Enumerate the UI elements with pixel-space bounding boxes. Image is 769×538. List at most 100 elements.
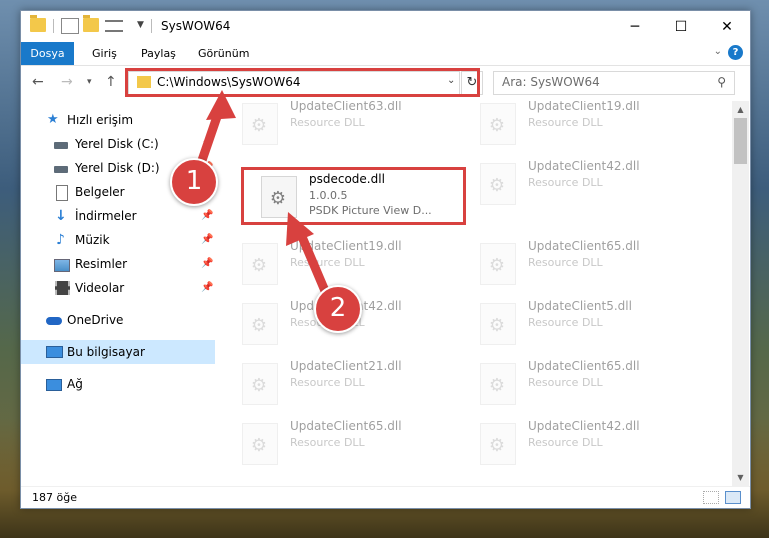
- item-count: 187 öğe: [32, 491, 77, 504]
- file-explorer-window: ▼ SysWOW64 ─ ☐ ✕ Dosya Giriş Paylaş Görü…: [20, 10, 751, 509]
- dll-file-icon: ⚙: [242, 303, 278, 345]
- close-button[interactable]: ✕: [704, 11, 750, 42]
- drive-icon: [54, 142, 68, 149]
- search-icon[interactable]: ⚲: [717, 75, 726, 89]
- file-description: Resource DLL: [290, 116, 365, 129]
- sidebar-item-label: İndirmeler: [75, 209, 137, 223]
- file-description: Resource DLL: [528, 316, 603, 329]
- file-description: Resource DLL: [290, 256, 365, 269]
- dll-file-icon: ⚙: [480, 163, 516, 205]
- search-input[interactable]: Ara: SysWOW64: [502, 75, 600, 89]
- ribbon-expand-icon[interactable]: ⌄: [714, 46, 722, 57]
- sidebar-item-pictures[interactable]: Resimler 📌: [21, 252, 215, 276]
- sidebar-item-label: Hızlı erişim: [67, 113, 134, 127]
- sidebar-item-label: Videolar: [75, 281, 125, 295]
- file-name: UpdateClient5.dll: [528, 299, 632, 313]
- tab-home[interactable]: Giriş: [92, 42, 117, 65]
- up-arrow-icon[interactable]: ↑: [105, 74, 117, 90]
- dll-file-icon: ⚙: [480, 363, 516, 405]
- vertical-scrollbar[interactable]: ▲ ▼: [732, 101, 749, 486]
- file-description: Resource DLL: [290, 436, 365, 449]
- new-folder-icon[interactable]: [83, 15, 99, 32]
- sidebar-item-onedrive[interactable]: OneDrive: [21, 308, 215, 332]
- file-item[interactable]: ⚙ UpdateClient65.dll Resource DLL: [480, 359, 680, 411]
- file-name: UpdateClient63.dll: [290, 101, 402, 113]
- file-item[interactable]: ⚙ UpdateClient19.dll Resource DLL: [480, 101, 680, 151]
- computer-icon: [46, 346, 63, 358]
- pictures-icon: [54, 259, 70, 272]
- file-description: Resource DLL: [528, 176, 603, 189]
- file-item[interactable]: ⚙ UpdateClient63.dll Resource DLL: [242, 101, 442, 151]
- ribbon-tabs: Dosya Giriş Paylaş Görünüm ⌄ ?: [21, 42, 750, 66]
- file-name: UpdateClient19.dll: [528, 101, 640, 113]
- dll-file-icon: ⚙: [242, 103, 278, 145]
- scroll-down-icon[interactable]: ▼: [732, 469, 749, 486]
- file-item[interactable]: ⚙ UpdateClient65.dll Resource DLL: [480, 239, 680, 291]
- scroll-up-icon[interactable]: ▲: [732, 101, 749, 118]
- sidebar-item-disk-c[interactable]: Yerel Disk (C:) 📌: [21, 132, 215, 156]
- tab-file[interactable]: Dosya: [21, 42, 74, 65]
- sidebar-item-label: Resimler: [75, 257, 128, 271]
- pin-icon[interactable]: 📌: [201, 204, 213, 228]
- forward-arrow-icon[interactable]: →: [61, 74, 73, 90]
- title-bar: ▼ SysWOW64 ─ ☐ ✕: [21, 11, 750, 42]
- file-description: Resource DLL: [290, 376, 365, 389]
- back-arrow-icon[interactable]: ←: [32, 74, 44, 90]
- sidebar-item-label: OneDrive: [67, 313, 124, 327]
- dll-file-icon: ⚙: [480, 103, 516, 145]
- help-button[interactable]: ?: [728, 45, 743, 60]
- dll-file-icon: ⚙: [480, 423, 516, 465]
- tab-share[interactable]: Paylaş: [141, 42, 176, 65]
- drive-icon: [54, 166, 68, 173]
- recent-dropdown-icon[interactable]: ▾: [87, 77, 92, 87]
- pin-icon[interactable]: 📌: [201, 252, 213, 276]
- minimize-button[interactable]: ─: [612, 11, 658, 42]
- large-icons-view-icon[interactable]: [725, 491, 741, 504]
- maximize-button[interactable]: ☐: [658, 11, 704, 42]
- sidebar-item-this-pc[interactable]: Bu bilgisayar: [21, 340, 215, 364]
- file-item[interactable]: ⚙ UpdateClient42.dll Resource DLL: [480, 419, 680, 471]
- dll-file-icon: ⚙: [242, 243, 278, 285]
- tab-view[interactable]: Görünüm: [198, 42, 249, 65]
- file-item[interactable]: ⚙ UpdateClient19.dll Resource DLL: [242, 239, 442, 291]
- file-item[interactable]: ⚙ UpdateClient21.dll Resource DLL: [242, 359, 442, 411]
- step-2-badge: 2: [314, 285, 362, 333]
- sidebar-item-label: Bu bilgisayar: [67, 345, 145, 359]
- file-name: UpdateClient19.dll: [290, 239, 402, 253]
- file-list: ⚙ UpdateClient63.dll Resource DLL ⚙ Upda…: [215, 101, 732, 486]
- sidebar-item-label: Belgeler: [75, 185, 125, 199]
- pin-icon[interactable]: 📌: [201, 228, 213, 252]
- file-item[interactable]: ⚙ UpdateClient5.dll Resource DLL: [480, 299, 680, 351]
- sidebar-item-label: Yerel Disk (D:): [75, 161, 160, 175]
- file-name: UpdateClient65.dll: [290, 419, 402, 433]
- dll-file-icon: ⚙: [480, 303, 516, 345]
- documents-icon: [56, 185, 68, 201]
- sidebar-item-network[interactable]: Ağ: [21, 372, 215, 396]
- separator: [151, 19, 152, 33]
- pin-icon[interactable]: 📌: [201, 132, 213, 156]
- sidebar-item-music[interactable]: ♪ Müzik 📌: [21, 228, 215, 252]
- file-item[interactable]: ⚙ UpdateClient42.dll Resource DLL: [480, 159, 680, 211]
- dll-file-icon: ⚙: [480, 243, 516, 285]
- sidebar-item-downloads[interactable]: ↓ İndirmeler 📌: [21, 204, 215, 228]
- folder-icon: [30, 15, 46, 32]
- window-title: SysWOW64: [161, 19, 231, 33]
- file-name: UpdateClient42.dll: [528, 159, 640, 173]
- properties-icon[interactable]: [61, 18, 79, 34]
- quick-access-dropdown-icon[interactable]: ▼: [137, 20, 144, 30]
- status-bar: 187 öğe: [21, 486, 750, 509]
- file-name: UpdateClient42.dll: [528, 419, 640, 433]
- details-view-icon[interactable]: [703, 491, 719, 504]
- file-item[interactable]: ⚙ UpdateClient65.dll Resource DLL: [242, 419, 442, 471]
- customize-icon[interactable]: [105, 20, 123, 32]
- search-box[interactable]: Ara: SysWOW64 ⚲: [493, 71, 735, 95]
- step-1-badge: 1: [170, 158, 218, 206]
- file-name: UpdateClient65.dll: [528, 359, 640, 373]
- sidebar-item-label: Ağ: [67, 377, 83, 391]
- pin-icon[interactable]: 📌: [201, 276, 213, 300]
- scroll-thumb[interactable]: [734, 118, 747, 164]
- downloads-icon: ↓: [55, 208, 67, 224]
- dll-file-icon: ⚙: [242, 423, 278, 465]
- sidebar-item-quick-access[interactable]: ★ Hızlı erişim: [21, 108, 215, 132]
- sidebar-item-videos[interactable]: Videolar 📌: [21, 276, 215, 300]
